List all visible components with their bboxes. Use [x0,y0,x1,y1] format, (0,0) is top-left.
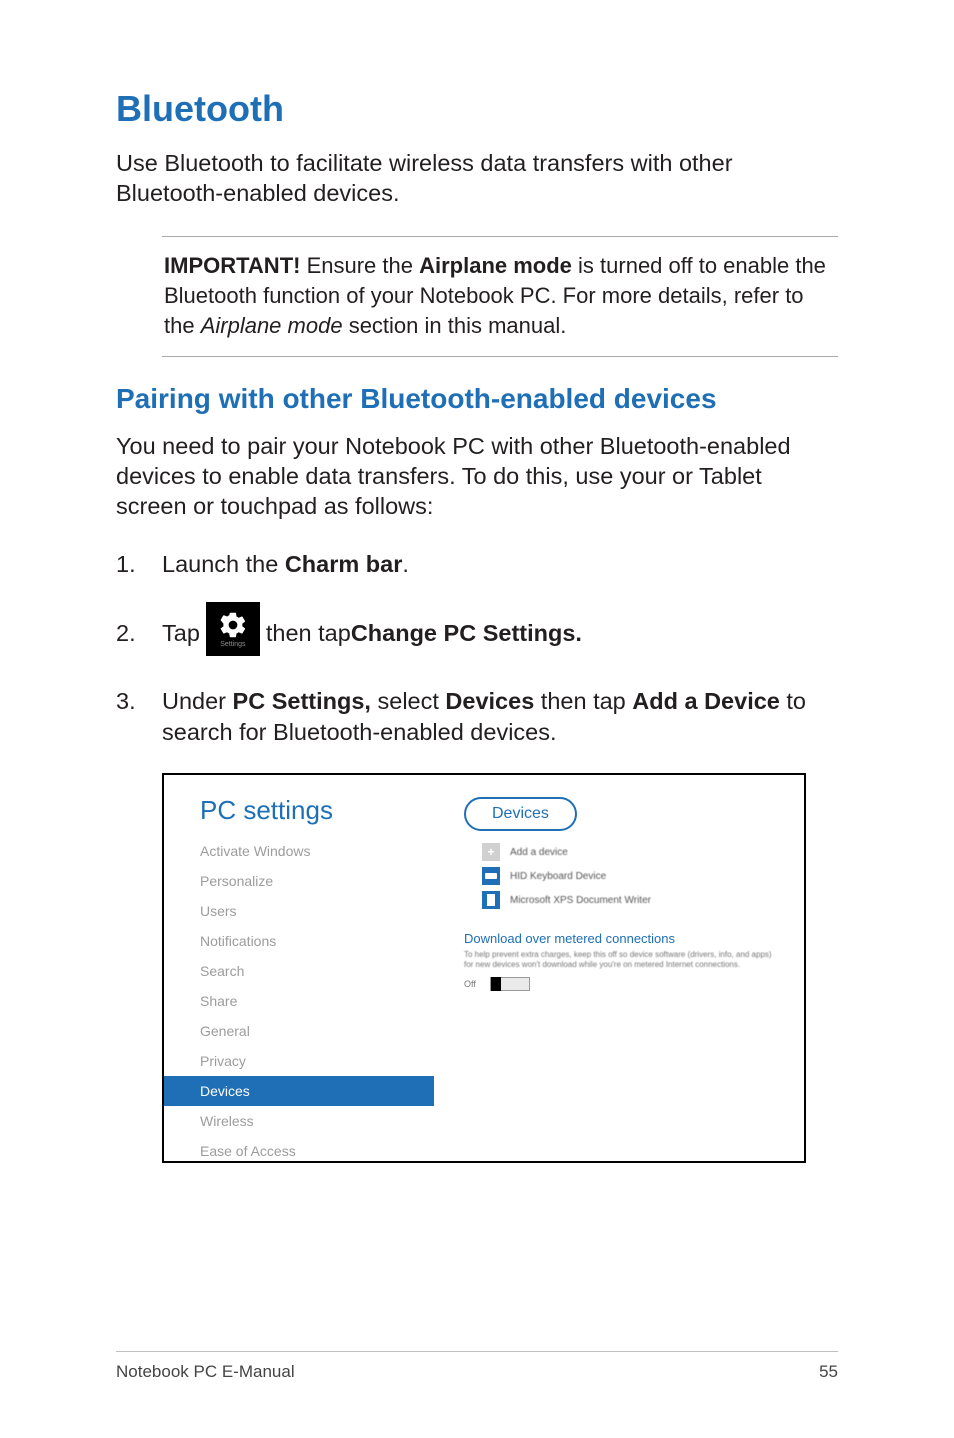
metered-description: To help prevent extra charges, keep this… [464,950,774,971]
airplane-mode-italic: Airplane mode [201,313,343,338]
step-1-text-c: . [402,551,409,577]
metered-toggle-row: Off [464,977,790,991]
step-3-text-e: then tap [534,688,632,714]
important-label: IMPORTANT! [164,253,300,278]
subsection-heading-pairing: Pairing with other Bluetooth-enabled dev… [116,383,838,415]
page-footer: Notebook PC E-Manual 55 [116,1351,838,1382]
add-device-label: Add a device [510,847,568,858]
steps-list: 1. Launch the Charm bar. 2. Tap Settings… [116,549,838,747]
nav-search[interactable]: Search [200,956,434,986]
settings-charm-label: Settings [220,641,245,648]
devices-list: + Add a device HID Keyboard Device Micro… [464,843,790,909]
step-2: 2. Tap Settings then tap Change PC Setti… [116,606,838,660]
step-3-text-a: Under [162,688,233,714]
step-2-bold: Change PC Settings. [351,618,582,649]
device-keyboard-label: HID Keyboard Device [510,871,606,882]
device-xpswriter-label: Microsoft XPS Document Writer [510,895,651,906]
add-device-row[interactable]: + Add a device [482,843,790,861]
footer-title: Notebook PC E-Manual [116,1362,295,1382]
pc-settings-sidebar: PC settings Activate Windows Personalize… [164,775,434,1161]
nav-general[interactable]: General [200,1016,434,1046]
device-xpswriter-row[interactable]: Microsoft XPS Document Writer [482,891,790,909]
step-3-bold-2: Devices [445,688,534,714]
nav-users[interactable]: Users [200,896,434,926]
document-icon [482,891,500,909]
footer-page-number: 55 [819,1362,838,1382]
step-3-bold-3: Add a Device [632,688,780,714]
step-2-number: 2. [116,618,162,649]
nav-notifications[interactable]: Notifications [200,926,434,956]
pc-settings-title: PC settings [164,775,434,834]
plus-icon: + [482,843,500,861]
step-1-text-a: Launch the [162,551,285,577]
nav-devices[interactable]: Devices [164,1076,434,1106]
toggle-knob [491,977,501,991]
metered-toggle-state: Off [464,979,476,989]
step-1-number: 1. [116,549,162,580]
step-1-bold: Charm bar [285,551,403,577]
step-1: 1. Launch the Charm bar. [116,549,838,580]
gear-icon [218,610,248,640]
nav-activate-windows[interactable]: Activate Windows [200,836,434,866]
note-text-1: Ensure the [300,253,419,278]
keyboard-icon [482,867,500,885]
nav-personalize[interactable]: Personalize [200,866,434,896]
step-3-text-c: select [371,688,445,714]
pairing-intro-paragraph: You need to pair your Notebook PC with o… [116,431,838,521]
nav-ease-of-access[interactable]: Ease of Access [200,1136,434,1163]
metered-toggle[interactable] [490,977,530,991]
nav-privacy[interactable]: Privacy [200,1046,434,1076]
intro-paragraph: Use Bluetooth to facilitate wireless dat… [116,148,838,208]
pc-settings-nav: Activate Windows Personalize Users Notif… [164,834,434,1163]
step-3: 3. Under PC Settings, select Devices the… [116,686,838,747]
device-keyboard-row[interactable]: HID Keyboard Device [482,867,790,885]
important-note: IMPORTANT! Ensure the Airplane mode is t… [162,236,838,357]
nav-wireless[interactable]: Wireless [200,1106,434,1136]
step-2-text-a: Tap [162,618,200,649]
metered-heading: Download over metered connections [464,931,790,946]
settings-charm-icon: Settings [206,602,260,656]
step-3-number: 3. [116,686,162,717]
pc-settings-content: Devices + Add a device HID Keyboard Devi… [464,797,790,991]
pc-settings-screenshot: PC settings Activate Windows Personalize… [162,773,806,1163]
step-2-text-b: then tap [266,618,351,649]
step-3-bold-1: PC Settings, [233,688,371,714]
airplane-mode-bold: Airplane mode [419,253,572,278]
devices-heading-bubble: Devices [464,797,577,831]
note-text-3: section in this manual. [343,313,567,338]
section-heading-bluetooth: Bluetooth [116,88,838,130]
nav-share[interactable]: Share [200,986,434,1016]
